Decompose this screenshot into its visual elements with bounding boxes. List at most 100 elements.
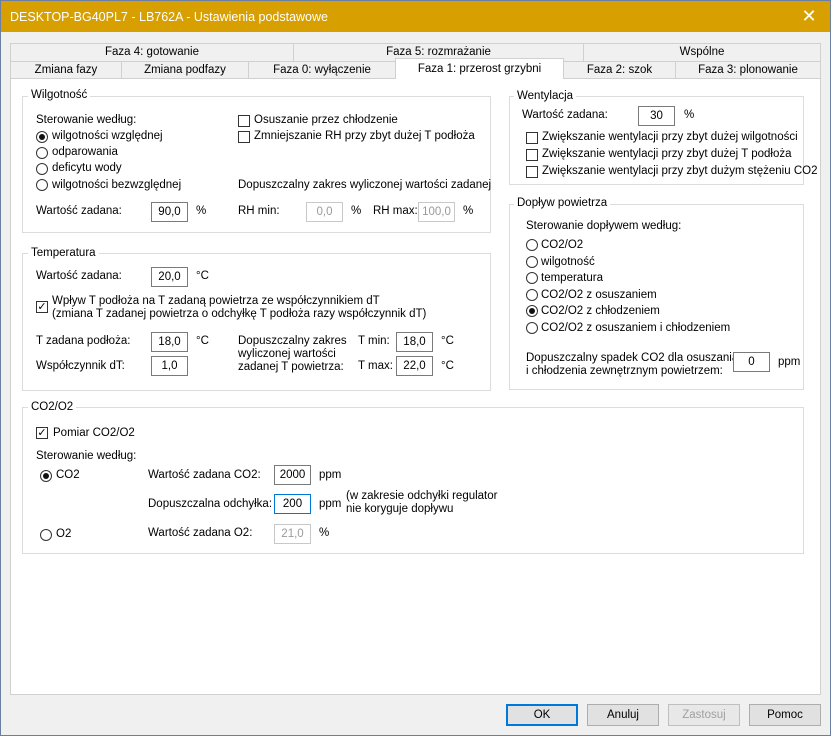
unit-label: % (196, 205, 207, 217)
humidity-title: Wilgotność (28, 89, 91, 101)
substrate-input[interactable]: 18,0 (151, 332, 188, 352)
unit-label: % (319, 527, 330, 539)
rhmin-input[interactable]: 0,0 (306, 202, 343, 222)
ventilation-setpoint-input[interactable]: 30 (638, 106, 675, 126)
tmax-input[interactable]: 22,0 (396, 356, 433, 376)
radio-odparowanie[interactable] (36, 147, 48, 159)
co2-drop-input[interactable]: 0 (733, 352, 770, 372)
radio-label: CO2/O2 z chłodzeniem (541, 305, 660, 317)
radio-doplyw-temperatura[interactable] (526, 272, 538, 284)
deviation-input[interactable]: 200 (274, 494, 311, 514)
temperature-setpoint-input[interactable]: 20,0 (151, 267, 188, 287)
title-bar: DESKTOP-BG40PL7 - LB762A - Ustawienia po… (1, 1, 830, 32)
radio-doplyw-osuszanie[interactable] (526, 289, 538, 301)
ventilation-title: Wentylacja (514, 90, 577, 102)
setpoint-label: Wartość zadana: (36, 205, 122, 217)
unit-label: ppm (319, 498, 342, 510)
radio-label: wilgotności bezwzględnej (52, 179, 182, 191)
tmin-input[interactable]: 18,0 (396, 332, 433, 352)
tab-wspolne[interactable]: Wspólne (583, 43, 821, 62)
rhmax-input[interactable]: 100,0 (418, 202, 455, 222)
radio-co2[interactable] (40, 470, 52, 482)
rhmin-label: RH min: (238, 205, 280, 217)
range-line2: wyliczonej wartości (238, 348, 336, 360)
radio-label: O2 (56, 528, 72, 540)
radio-doplyw-co2o2[interactable] (526, 239, 538, 251)
unit-label: °C (441, 360, 454, 372)
tmin-label: T min: (358, 335, 390, 347)
radio-label: CO2/O2 z osuszaniem (541, 289, 657, 301)
radio-o2[interactable] (40, 529, 52, 541)
coef-input[interactable]: 1,0 (151, 356, 188, 376)
ok-button[interactable]: OK (506, 704, 578, 726)
checkbox-label: Zwiększanie wentylacji przy zbyt dużej w… (542, 131, 798, 143)
rhmax-label: RH max: (373, 205, 418, 217)
tab-faza0[interactable]: Faza 0: wyłączenie (248, 61, 396, 79)
air-supply-title: Dopływ powietrza (514, 197, 611, 209)
co2o2-title: CO2/O2 (28, 401, 77, 413)
checkbox-osuszanie[interactable] (238, 115, 250, 127)
radio-doplyw-osuszanie-chlodzenie[interactable] (526, 322, 538, 334)
window-title: DESKTOP-BG40PL7 - LB762A - Ustawienia po… (10, 10, 328, 24)
radio-label: deficytu wody (52, 162, 122, 174)
radio-label: odparowania (52, 146, 118, 158)
o2-setpoint-label: Wartość zadana O2: (148, 527, 253, 539)
tab-faza1[interactable]: Faza 1: przerost grzybni (395, 58, 564, 79)
tmax-label: T max: (358, 360, 393, 372)
checkbox-wplyw-t[interactable]: ✓ (36, 301, 48, 313)
help-button[interactable]: Pomoc (749, 704, 821, 726)
coef-label: Współczynnik dT: (36, 360, 125, 372)
radio-doplyw-wilgotnosc[interactable] (526, 256, 538, 268)
checkbox-vent-wilgotnosc[interactable] (526, 132, 538, 144)
unit-label: % (463, 205, 474, 217)
tab-zmiana-fazy[interactable]: Zmiana fazy (10, 61, 122, 79)
setpoint-label: Wartość zadana: (522, 109, 608, 121)
close-icon[interactable]: ✕ (798, 5, 820, 27)
unit-label: °C (196, 270, 209, 282)
setpoint-label: Wartość zadana: (36, 270, 122, 282)
tab-faza4[interactable]: Faza 4: gotowanie (10, 43, 294, 62)
radio-label: wilgotność (541, 256, 595, 268)
unit-label: % (684, 109, 695, 121)
o2-setpoint-input[interactable]: 21,0 (274, 524, 311, 544)
checkbox-pomiar-co2o2[interactable]: ✓ (36, 427, 48, 439)
humidity-control-label: Sterowanie według: (36, 114, 137, 126)
deviation-label: Dopuszczalna odchyłka: (148, 498, 273, 510)
unit-label: °C (441, 335, 454, 347)
influence-line1: Wpływ T podłoża na T zadaną powietrza ze… (52, 295, 380, 307)
unit-label: ppm (778, 356, 801, 368)
checkbox-label: Zmniejszanie RH przy zbyt dużej T podłoż… (254, 130, 475, 142)
co2-setpoint-input[interactable]: 2000 (274, 465, 311, 485)
substrate-label: T zadana podłoża: (36, 335, 131, 347)
checkbox-label: Pomiar CO2/O2 (53, 427, 135, 439)
radio-doplyw-chlodzenie[interactable] (526, 305, 538, 317)
co2o2-group (22, 407, 804, 554)
radio-wilgotnosc-wzgledna[interactable] (36, 131, 48, 143)
unit-label: % (351, 205, 362, 217)
tab-zmiana-podfazy[interactable]: Zmiana podfazy (121, 61, 249, 79)
range-line3: zadanej T powietrza: (238, 361, 344, 373)
deviation-note2: nie koryguje dopływu (346, 503, 454, 515)
checkbox-vent-t-podloza[interactable] (526, 149, 538, 161)
temperature-title: Temperatura (28, 247, 99, 259)
humidity-setpoint-input[interactable]: 90,0 (151, 202, 188, 222)
co2o2-control-label: Sterowanie według: (36, 450, 137, 462)
checkbox-zmniejszanie-rh[interactable] (238, 131, 250, 143)
checkbox-label: Zwiększanie wentylacji przy zbyt dużym s… (542, 165, 818, 177)
radio-wilgotnosc-bezwzgledna[interactable] (36, 179, 48, 191)
checkbox-vent-co2[interactable] (526, 166, 538, 178)
checkbox-label: Zwiększanie wentylacji przy zbyt dużej T… (542, 148, 792, 160)
cancel-button[interactable]: Anuluj (587, 704, 659, 726)
unit-label: ppm (319, 469, 342, 481)
tab-faza3[interactable]: Faza 3: plonowanie (675, 61, 821, 79)
radio-deficyt-wody[interactable] (36, 163, 48, 175)
apply-button[interactable]: Zastosuj (668, 704, 740, 726)
deviation-note1: (w zakresie odchyłki regulator (346, 490, 498, 502)
air-supply-control-label: Sterowanie dopływem według: (526, 220, 682, 232)
radio-label: CO2/O2 (541, 239, 584, 251)
drop-line1: Dopuszczalny spadek CO2 dla osuszania (526, 352, 739, 364)
checkbox-label: Osuszanie przez chłodzenie (254, 114, 398, 126)
tab-faza2[interactable]: Faza 2: szok (563, 61, 676, 79)
co2-setpoint-label: Wartość zadana CO2: (148, 469, 261, 481)
influence-line2: (zmiana T zadanej powietrza o odchyłkę T… (52, 308, 427, 320)
